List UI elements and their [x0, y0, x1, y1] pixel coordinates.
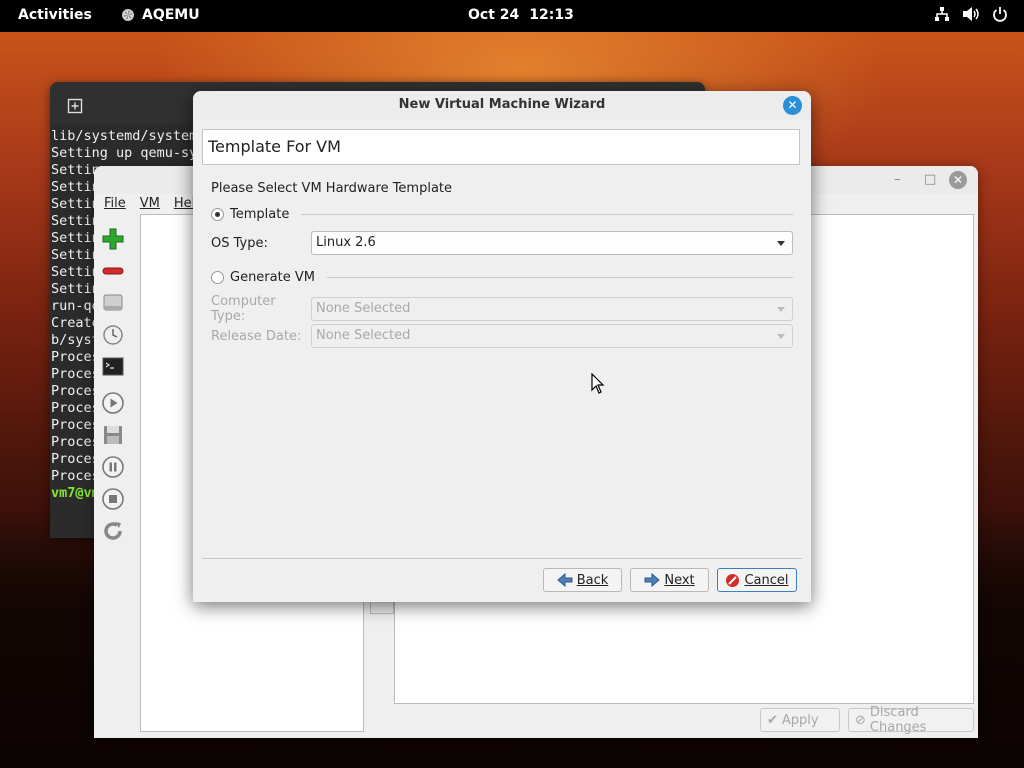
- next-button[interactable]: Next: [630, 568, 709, 592]
- save-icon[interactable]: [100, 422, 126, 448]
- terminal-line: lib/systemd/system: [51, 128, 198, 144]
- cancel-icon: [726, 573, 740, 587]
- minimize-icon[interactable]: –: [894, 172, 901, 187]
- clock-time: 12:13: [529, 7, 574, 23]
- activities-button[interactable]: Activities: [18, 7, 92, 23]
- clock[interactable]: Oct 24 12:13: [468, 7, 574, 23]
- cancel-button[interactable]: Cancel: [717, 568, 797, 592]
- menu-bar: File VM Hel: [104, 196, 195, 211]
- chevron-down-icon: [777, 307, 785, 312]
- computer-type-select[interactable]: None Selected: [311, 297, 793, 321]
- menu-file[interactable]: File: [104, 196, 126, 211]
- computer-type-row: Computer Type: None Selected: [211, 294, 793, 324]
- release-date-value: None Selected: [316, 328, 411, 343]
- release-date-label: Release Date:: [211, 328, 302, 344]
- app-menu[interactable]: AQEMU: [122, 7, 200, 23]
- os-type-select[interactable]: Linux 2.6: [311, 231, 793, 255]
- apply-label: Apply: [781, 712, 819, 728]
- wizard-page-header: Template For VM: [202, 129, 800, 165]
- aqemu-app-icon: [122, 9, 134, 21]
- button-separator: [202, 558, 802, 559]
- menu-vm[interactable]: VM: [140, 196, 160, 211]
- back-label: Back: [576, 572, 609, 588]
- main-bottom-buttons: ✔ Apply ⊘ Discard Changes: [760, 705, 974, 735]
- apply-check-icon: ✔: [767, 712, 778, 728]
- template-prompt: Please Select VM Hardware Template: [211, 181, 453, 196]
- disk-icon[interactable]: [100, 290, 126, 316]
- os-type-label: OS Type:: [211, 235, 268, 251]
- network-icon[interactable]: [934, 6, 950, 22]
- mouse-pointer-icon: [591, 372, 605, 398]
- dialog-close-icon[interactable]: ✕: [783, 96, 802, 115]
- template-option[interactable]: Template: [211, 207, 793, 222]
- remove-vm-icon[interactable]: [100, 258, 126, 284]
- cancel-label: Cancel: [744, 572, 789, 588]
- chevron-down-icon: [777, 241, 785, 246]
- arrow-right-icon: [644, 573, 661, 587]
- new-tab-icon[interactable]: [67, 98, 83, 118]
- volume-icon[interactable]: [962, 6, 980, 22]
- apply-button[interactable]: ✔ Apply: [760, 708, 840, 732]
- template-radio[interactable]: [211, 208, 224, 221]
- terminal-line: Setting up qemu-sy: [51, 145, 198, 161]
- generate-vm-radio[interactable]: [211, 271, 224, 284]
- pause-icon[interactable]: [100, 454, 126, 480]
- chevron-down-icon: [777, 334, 785, 339]
- release-date-row: Release Date: None Selected: [211, 324, 793, 348]
- template-radio-label[interactable]: Template: [230, 207, 289, 222]
- top-bar: Activities AQEMU Oct 24 12:13: [0, 0, 1024, 32]
- computer-type-label: Computer Type:: [211, 294, 276, 324]
- dialog-title: New Virtual Machine Wizard: [398, 97, 606, 112]
- computer-type-value: None Selected: [316, 301, 411, 316]
- dialog-titlebar[interactable]: New Virtual Machine Wizard ✕: [193, 91, 811, 119]
- power-icon[interactable]: [992, 6, 1008, 22]
- discard-label: Discard Changes: [869, 705, 927, 735]
- maximize-icon[interactable]: □: [924, 172, 936, 187]
- release-date-select[interactable]: None Selected: [311, 324, 793, 348]
- system-tray[interactable]: [934, 6, 1008, 22]
- generate-vm-radio-label[interactable]: Generate VM: [230, 270, 315, 285]
- add-vm-icon[interactable]: [100, 226, 126, 252]
- clock-date: Oct 24: [468, 7, 520, 23]
- close-icon[interactable]: ✕: [949, 171, 967, 189]
- os-type-value: Linux 2.6: [316, 235, 376, 250]
- new-vm-wizard-dialog[interactable]: New Virtual Machine Wizard ✕ Template Fo…: [193, 91, 811, 602]
- discard-changes-button[interactable]: ⊘ Discard Changes: [848, 705, 974, 735]
- generate-group-line: [326, 277, 793, 278]
- clock-icon[interactable]: [100, 322, 126, 348]
- generate-vm-option[interactable]: Generate VM: [211, 270, 793, 285]
- discard-cancel-icon: ⊘: [855, 712, 866, 728]
- os-type-row: OS Type: Linux 2.6: [211, 231, 793, 255]
- template-group-line: [301, 214, 793, 215]
- next-label: Next: [664, 572, 695, 588]
- app-name: AQEMU: [142, 7, 200, 23]
- reset-icon[interactable]: [100, 518, 126, 544]
- stop-icon[interactable]: [100, 486, 126, 512]
- arrow-left-icon: [556, 573, 573, 587]
- back-button[interactable]: Back: [543, 568, 622, 592]
- terminal-icon[interactable]: [100, 354, 126, 380]
- play-icon[interactable]: [100, 390, 126, 416]
- dialog-buttons: Back Next Cancel: [543, 568, 797, 592]
- vertical-toolbar: [100, 226, 128, 550]
